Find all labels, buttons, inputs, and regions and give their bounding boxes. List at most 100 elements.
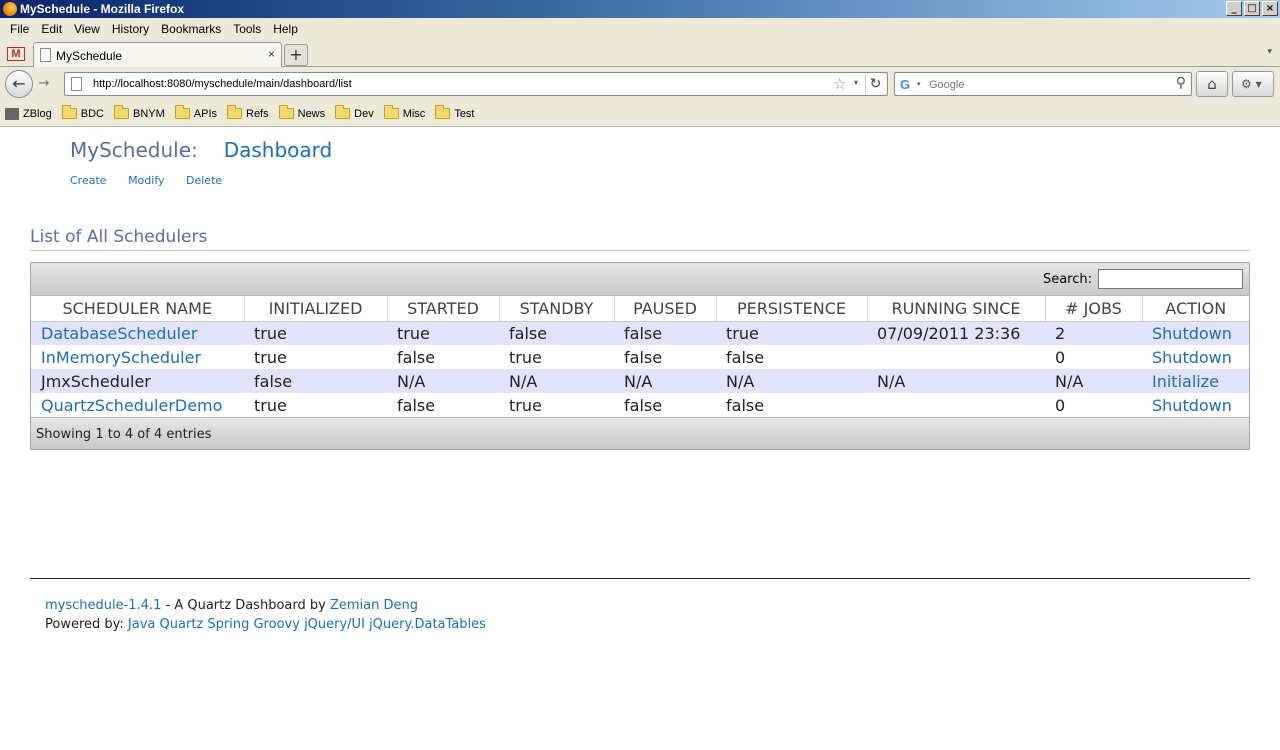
addon-button[interactable]: ⚙ ▾: [1232, 71, 1274, 97]
col-header-jobs[interactable]: # JOBS: [1045, 296, 1143, 322]
table-search-input[interactable]: [1098, 269, 1243, 289]
bookmark-folder-bdc[interactable]: BDC: [61, 105, 104, 120]
bookmark-folder-misc[interactable]: Misc: [383, 105, 426, 120]
back-button[interactable]: ←: [5, 70, 33, 98]
table-toolbar: Search:: [31, 263, 1249, 296]
schedulers-table: SCHEDULER NAME INITIALIZED STARTED STAND…: [31, 296, 1249, 417]
cell-running-since: N/A: [867, 369, 1045, 393]
shutdown-link[interactable]: Shutdown: [1152, 348, 1232, 367]
powered-link-java[interactable]: Java: [128, 617, 155, 632]
menu-help[interactable]: Help: [267, 22, 304, 36]
col-header-initialized[interactable]: INITIALIZED: [244, 296, 388, 322]
cell-scheduler-name: JmxScheduler: [31, 369, 244, 393]
cell-persistence: true: [716, 321, 867, 345]
search-engine-dropdown-icon[interactable]: ▾: [917, 80, 921, 88]
cell-jobs: N/A: [1045, 369, 1142, 393]
search-icon[interactable]: ⚲: [1176, 75, 1186, 91]
scheduler-name-link[interactable]: InMemoryScheduler: [41, 348, 201, 367]
shutdown-link[interactable]: Shutdown: [1152, 396, 1232, 415]
author-link[interactable]: Zemian Deng: [330, 598, 418, 613]
section-title: List of All Schedulers: [30, 227, 1250, 251]
close-window-button[interactable]: ×: [1262, 1, 1278, 16]
table-header-row: SCHEDULER NAME INITIALIZED STARTED STAND…: [31, 296, 1249, 322]
powered-link-groovy[interactable]: Groovy: [253, 617, 299, 632]
table-search-label: Search:: [1042, 272, 1092, 287]
google-icon[interactable]: G: [900, 77, 910, 92]
cell-paused: false: [614, 393, 716, 417]
bookmark-star-icon[interactable]: ☆: [833, 75, 846, 93]
bookmark-folder-bnym[interactable]: BNYM: [113, 105, 165, 120]
reload-icon[interactable]: ↻: [865, 74, 885, 94]
menu-bookmarks[interactable]: Bookmarks: [155, 22, 227, 36]
menu-edit[interactable]: Edit: [35, 22, 68, 36]
cell-started: N/A: [387, 369, 499, 393]
col-header-paused[interactable]: PAUSED: [614, 296, 717, 322]
delete-link[interactable]: Delete: [186, 174, 222, 187]
page-icon: [40, 48, 51, 62]
powered-link-datatables[interactable]: jQuery.DataTables: [369, 617, 486, 632]
initialize-link[interactable]: Initialize: [1152, 372, 1219, 391]
menu-bar: File Edit View History Bookmarks Tools H…: [0, 18, 1280, 39]
cell-standby: true: [499, 345, 614, 369]
bookmark-label: Test: [454, 107, 475, 120]
url-input[interactable]: [93, 75, 793, 93]
bookmark-folder-dev[interactable]: Dev: [335, 105, 374, 120]
cell-paused: false: [614, 345, 716, 369]
tab-myschedule[interactable]: MySchedule ×: [33, 42, 282, 68]
scheduler-name-link[interactable]: QuartzSchedulerDemo: [41, 396, 222, 415]
bookmark-zblog[interactable]: ZBlog: [5, 107, 52, 120]
home-button[interactable]: ⌂: [1196, 71, 1228, 97]
tab-strip: M MySchedule × + ▾: [0, 39, 1280, 68]
cell-persistence: N/A: [716, 369, 867, 393]
footer: myschedule-1.4.1 - A Quartz Dashboard by…: [45, 596, 486, 634]
bookmark-label: Misc: [402, 107, 426, 120]
create-link[interactable]: Create: [70, 174, 107, 187]
site-identity-icon[interactable]: [71, 77, 82, 91]
menu-view[interactable]: View: [68, 22, 106, 36]
bookmark-folder-news[interactable]: News: [278, 105, 326, 120]
powered-link-spring[interactable]: Spring: [207, 617, 249, 632]
window-title-bar: MySchedule - Mozilla Firefox _ □ ×: [0, 0, 1280, 18]
tab-close-icon[interactable]: ×: [268, 47, 275, 61]
cell-initialized: false: [244, 369, 387, 393]
dashboard-link[interactable]: Dashboard: [224, 138, 333, 162]
cell-initialized: true: [244, 393, 387, 417]
cell-scheduler-name: InMemoryScheduler: [31, 345, 244, 369]
menu-history[interactable]: History: [106, 22, 155, 36]
cell-action: Shutdown: [1142, 393, 1249, 417]
tab-list-arrow-icon[interactable]: ▾: [1267, 47, 1272, 57]
powered-link-quartz[interactable]: Quartz: [160, 617, 204, 632]
col-header-standby[interactable]: STANDBY: [499, 296, 615, 322]
search-input[interactable]: [929, 76, 1159, 93]
powered-link-jquery-ui[interactable]: jQuery/UI: [304, 617, 365, 632]
menu-file[interactable]: File: [4, 22, 35, 36]
col-header-action[interactable]: ACTION: [1142, 296, 1249, 322]
col-header-persistence[interactable]: PERSISTENCE: [716, 296, 868, 322]
window-controls: _ □ ×: [1226, 1, 1278, 16]
modify-link[interactable]: Modify: [128, 174, 164, 187]
forward-button[interactable]: →: [34, 75, 54, 93]
bookmark-label: Dev: [354, 107, 374, 120]
cell-initialized: true: [244, 321, 387, 345]
bookmark-label: BNYM: [132, 107, 165, 120]
shutdown-link[interactable]: Shutdown: [1152, 324, 1232, 343]
cell-started: false: [387, 345, 499, 369]
tab-pinned-gmail[interactable]: M: [4, 43, 28, 65]
col-header-started[interactable]: STARTED: [387, 296, 500, 322]
col-header-scheduler-name[interactable]: SCHEDULER NAME: [31, 296, 245, 322]
maximize-button[interactable]: □: [1244, 1, 1260, 16]
minimize-button[interactable]: _: [1226, 1, 1242, 16]
menu-tools[interactable]: Tools: [227, 22, 267, 36]
new-tab-button[interactable]: +: [284, 44, 308, 66]
scheduler-name-link[interactable]: DatabaseScheduler: [41, 324, 197, 343]
window-title: MySchedule - Mozilla Firefox: [20, 2, 185, 16]
col-header-running-since[interactable]: RUNNING SINCE: [867, 296, 1046, 322]
bookmark-folder-test[interactable]: Test: [435, 105, 475, 120]
version-link[interactable]: myschedule-1.4.1: [45, 598, 161, 613]
bookmark-label: News: [297, 107, 326, 120]
bookmark-folder-apis[interactable]: APIs: [174, 105, 217, 120]
url-history-dropdown-icon[interactable]: ▾: [854, 78, 858, 87]
bookmarks-bar: ZBlog BDC BNYM APIs Refs News Dev Misc T…: [0, 101, 1280, 127]
bookmark-folder-refs[interactable]: Refs: [227, 105, 269, 120]
bookmark-label: Refs: [246, 107, 269, 120]
